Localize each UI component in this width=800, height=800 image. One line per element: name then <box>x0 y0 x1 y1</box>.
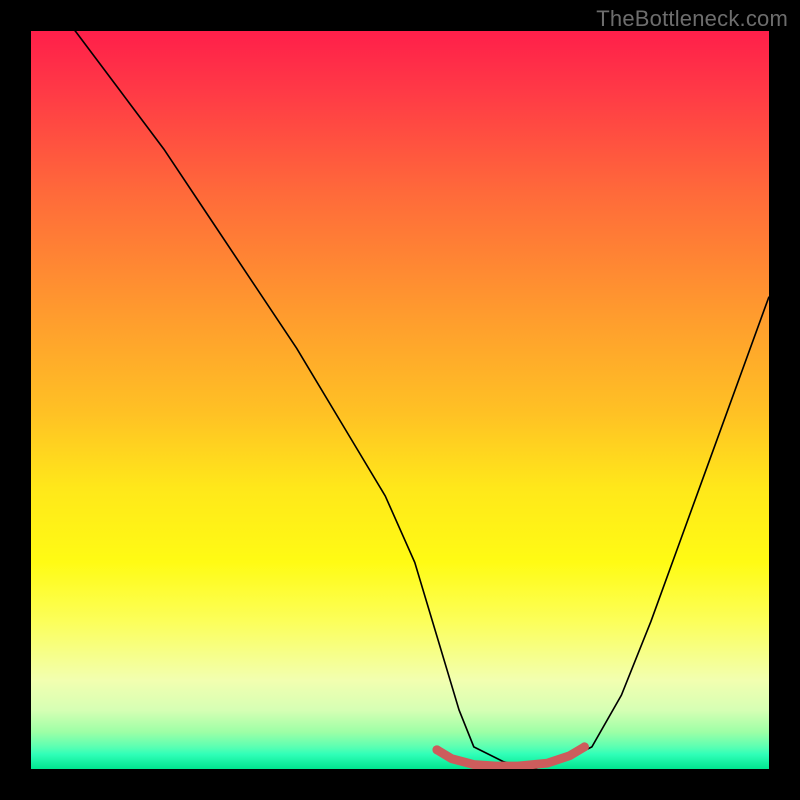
plot-area <box>31 31 769 769</box>
optimum-band <box>437 747 585 766</box>
optimum-band-start-dot <box>432 745 441 754</box>
watermark-label: TheBottleneck.com <box>596 6 788 32</box>
chart-frame: TheBottleneck.com <box>0 0 800 800</box>
bottleneck-curve-svg <box>31 31 769 769</box>
optimum-band-end-dot <box>580 742 589 751</box>
bottleneck-curve <box>31 31 769 769</box>
